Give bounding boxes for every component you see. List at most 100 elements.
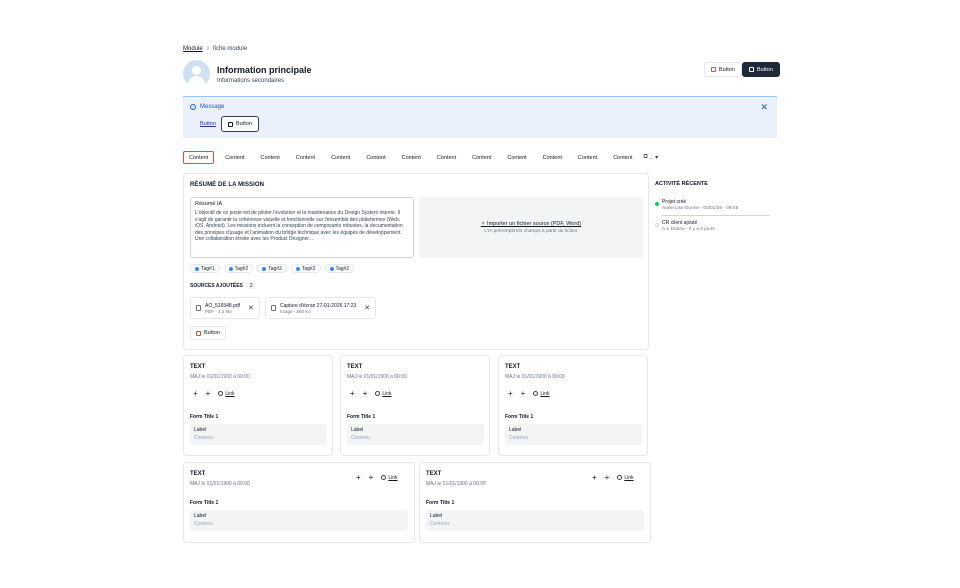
banner-link-button[interactable]: Button: [200, 121, 216, 127]
tag-label: Tag#2: [301, 265, 316, 272]
tag[interactable]: Tag#2: [290, 264, 321, 273]
text-card-title: TEXT: [347, 364, 363, 370]
text-card-title: TEXT: [190, 364, 206, 370]
field-placeholder: Contenu: [430, 521, 449, 527]
avatar-body-shape: [188, 76, 205, 87]
header-outline-button[interactable]: Button: [704, 62, 742, 77]
text-card: TEXT MAJ le 01/01/1900 à 00:00 + + Link …: [340, 355, 490, 456]
file-upload-dropzone[interactable]: ✧ Importer un fichier source (PDF, Word)…: [419, 197, 643, 258]
plus-icon[interactable]: +: [605, 473, 610, 482]
form-title: Form Title 1: [190, 414, 219, 420]
tab-content-1[interactable]: Content: [183, 151, 215, 164]
mission-summary-card: RÉSUMÉ DE LA MISSION Résumé IA L'objecti…: [183, 173, 649, 350]
tag-label: Tag#2: [234, 265, 249, 272]
square-icon: [228, 121, 233, 127]
field-label: Label: [194, 427, 207, 433]
text-card-actions: + + Link: [356, 473, 398, 482]
file-meta: Image - 550 Ko: [280, 308, 311, 314]
form-field[interactable]: Label Contenu: [426, 510, 644, 531]
tab-content-11[interactable]: Content: [538, 151, 567, 164]
file-meta: PDF - 3,2 Mo: [205, 308, 232, 314]
plus-icon[interactable]: +: [350, 389, 355, 398]
tab-content-7[interactable]: Content: [397, 151, 426, 164]
tag[interactable]: Tag#1: [190, 264, 220, 273]
tab-content-12[interactable]: Content: [573, 151, 602, 164]
field-placeholder: Contenu: [194, 521, 213, 527]
plus-icon[interactable]: +: [521, 389, 526, 398]
square-icon: [749, 67, 754, 72]
tab-content-8[interactable]: Content: [432, 151, 461, 164]
source-file-chip[interactable]: AO_516548.pdf PDF - 3,2 Mo ✕: [190, 297, 260, 319]
text-card-link[interactable]: Link: [533, 391, 550, 397]
text-card-link[interactable]: Link: [617, 475, 634, 481]
avatar-head-shape: [192, 66, 201, 75]
plus-icon[interactable]: +: [206, 389, 211, 398]
tag-label: Tag#2: [268, 265, 282, 272]
text-card: TEXT MAJ le 01/01/1900 à 00:00 + + Link …: [183, 355, 333, 456]
page-subtitle: Informations secondaires: [217, 78, 285, 84]
source-file-chip[interactable]: Capture d'écran 27-01-2026 17:23 Image -…: [265, 297, 377, 319]
link-label: Link: [225, 390, 235, 397]
status-dot-icon: [655, 202, 659, 206]
link-label: Link: [388, 474, 398, 481]
tab-content-9[interactable]: Content: [467, 151, 496, 164]
page-title: Information principale: [217, 65, 312, 75]
plus-icon[interactable]: +: [508, 389, 513, 398]
sources-header: SOURCES AJOUTÉES 2: [190, 283, 256, 289]
text-card-actions: + + Link: [350, 389, 392, 398]
form-field[interactable]: Label Contenu: [505, 424, 642, 445]
text-card-link[interactable]: Link: [218, 390, 235, 397]
tab-content-4[interactable]: Content: [291, 151, 320, 164]
text-card: TEXT MAJ le 01/01/1900 à 00:00 + + Link …: [183, 462, 415, 543]
header-primary-button[interactable]: Button: [742, 62, 780, 77]
close-icon[interactable]: ✕: [760, 102, 768, 113]
field-label: Label: [430, 513, 443, 519]
breadcrumb-parent-link[interactable]: Module: [183, 46, 203, 52]
form-title: Form Title 1: [426, 500, 455, 506]
remove-file-icon[interactable]: ✕: [364, 304, 370, 312]
tab-content-10[interactable]: Content: [502, 151, 531, 164]
text-card-updated: MAJ le 01/01/1900 à 00:00: [347, 374, 407, 380]
ai-summary-box[interactable]: Résumé IA L'objectif de ce poste est de …: [190, 197, 414, 258]
text-card-actions: + + Link: [592, 473, 634, 482]
remove-file-icon[interactable]: ✕: [248, 304, 254, 312]
tag[interactable]: Tag#2: [223, 264, 254, 273]
tab-content-13[interactable]: Content: [608, 151, 637, 164]
form-field[interactable]: Label Contenu: [347, 424, 484, 445]
form-field[interactable]: Label Contenu: [190, 510, 408, 531]
tab-content-6[interactable]: Content: [361, 151, 390, 164]
field-placeholder: Contenu: [509, 435, 528, 441]
header-primary-button-label: Button: [757, 66, 773, 73]
plus-icon[interactable]: +: [193, 389, 198, 398]
text-card-link[interactable]: Link: [375, 391, 392, 397]
tag[interactable]: Tag#2: [324, 264, 355, 273]
plus-icon[interactable]: +: [356, 473, 361, 482]
form-field[interactable]: Label Contenu: [190, 424, 327, 445]
tag-dot-icon: [228, 266, 233, 271]
upload-hint: L'IA préremplit les champs à partir du f…: [484, 229, 578, 234]
circle-icon: [533, 391, 539, 396]
tab-content-3[interactable]: Content: [256, 151, 285, 164]
circle-icon: [381, 475, 387, 480]
text-card-link[interactable]: Link: [381, 474, 398, 481]
upload-label: Importer un fichier source (PDF, Word): [487, 221, 582, 227]
plus-icon[interactable]: +: [369, 473, 374, 482]
banner-message: Message: [200, 104, 225, 110]
activity-divider: [662, 215, 770, 216]
file-name: Capture d'écran 27-01-2026 17:23: [280, 302, 357, 309]
plus-icon[interactable]: +: [363, 389, 368, 398]
square-icon: [196, 330, 201, 336]
upload-link[interactable]: ✧ Importer un fichier source (PDF, Word): [481, 221, 581, 227]
plus-icon[interactable]: +: [592, 473, 597, 482]
status-dot-icon: [655, 223, 659, 227]
banner-outline-button[interactable]: Button: [221, 116, 259, 132]
mission-button[interactable]: Button: [190, 326, 226, 340]
text-card: TEXT MAJ le 01/01/1900 à 00:00 + + Link …: [498, 355, 648, 456]
tag[interactable]: Tag#2: [257, 264, 287, 273]
tabs-more-dropdown[interactable]: ⧉ .. ▾: [643, 154, 658, 161]
tag-label: Tag#1: [201, 265, 215, 272]
tab-content-2[interactable]: Content: [220, 151, 249, 164]
tabs-more-label: ..: [649, 154, 654, 161]
text-card-updated: MAJ le 01/01/1900 à 00:00: [505, 374, 565, 380]
tab-content-5[interactable]: Content: [326, 151, 355, 164]
